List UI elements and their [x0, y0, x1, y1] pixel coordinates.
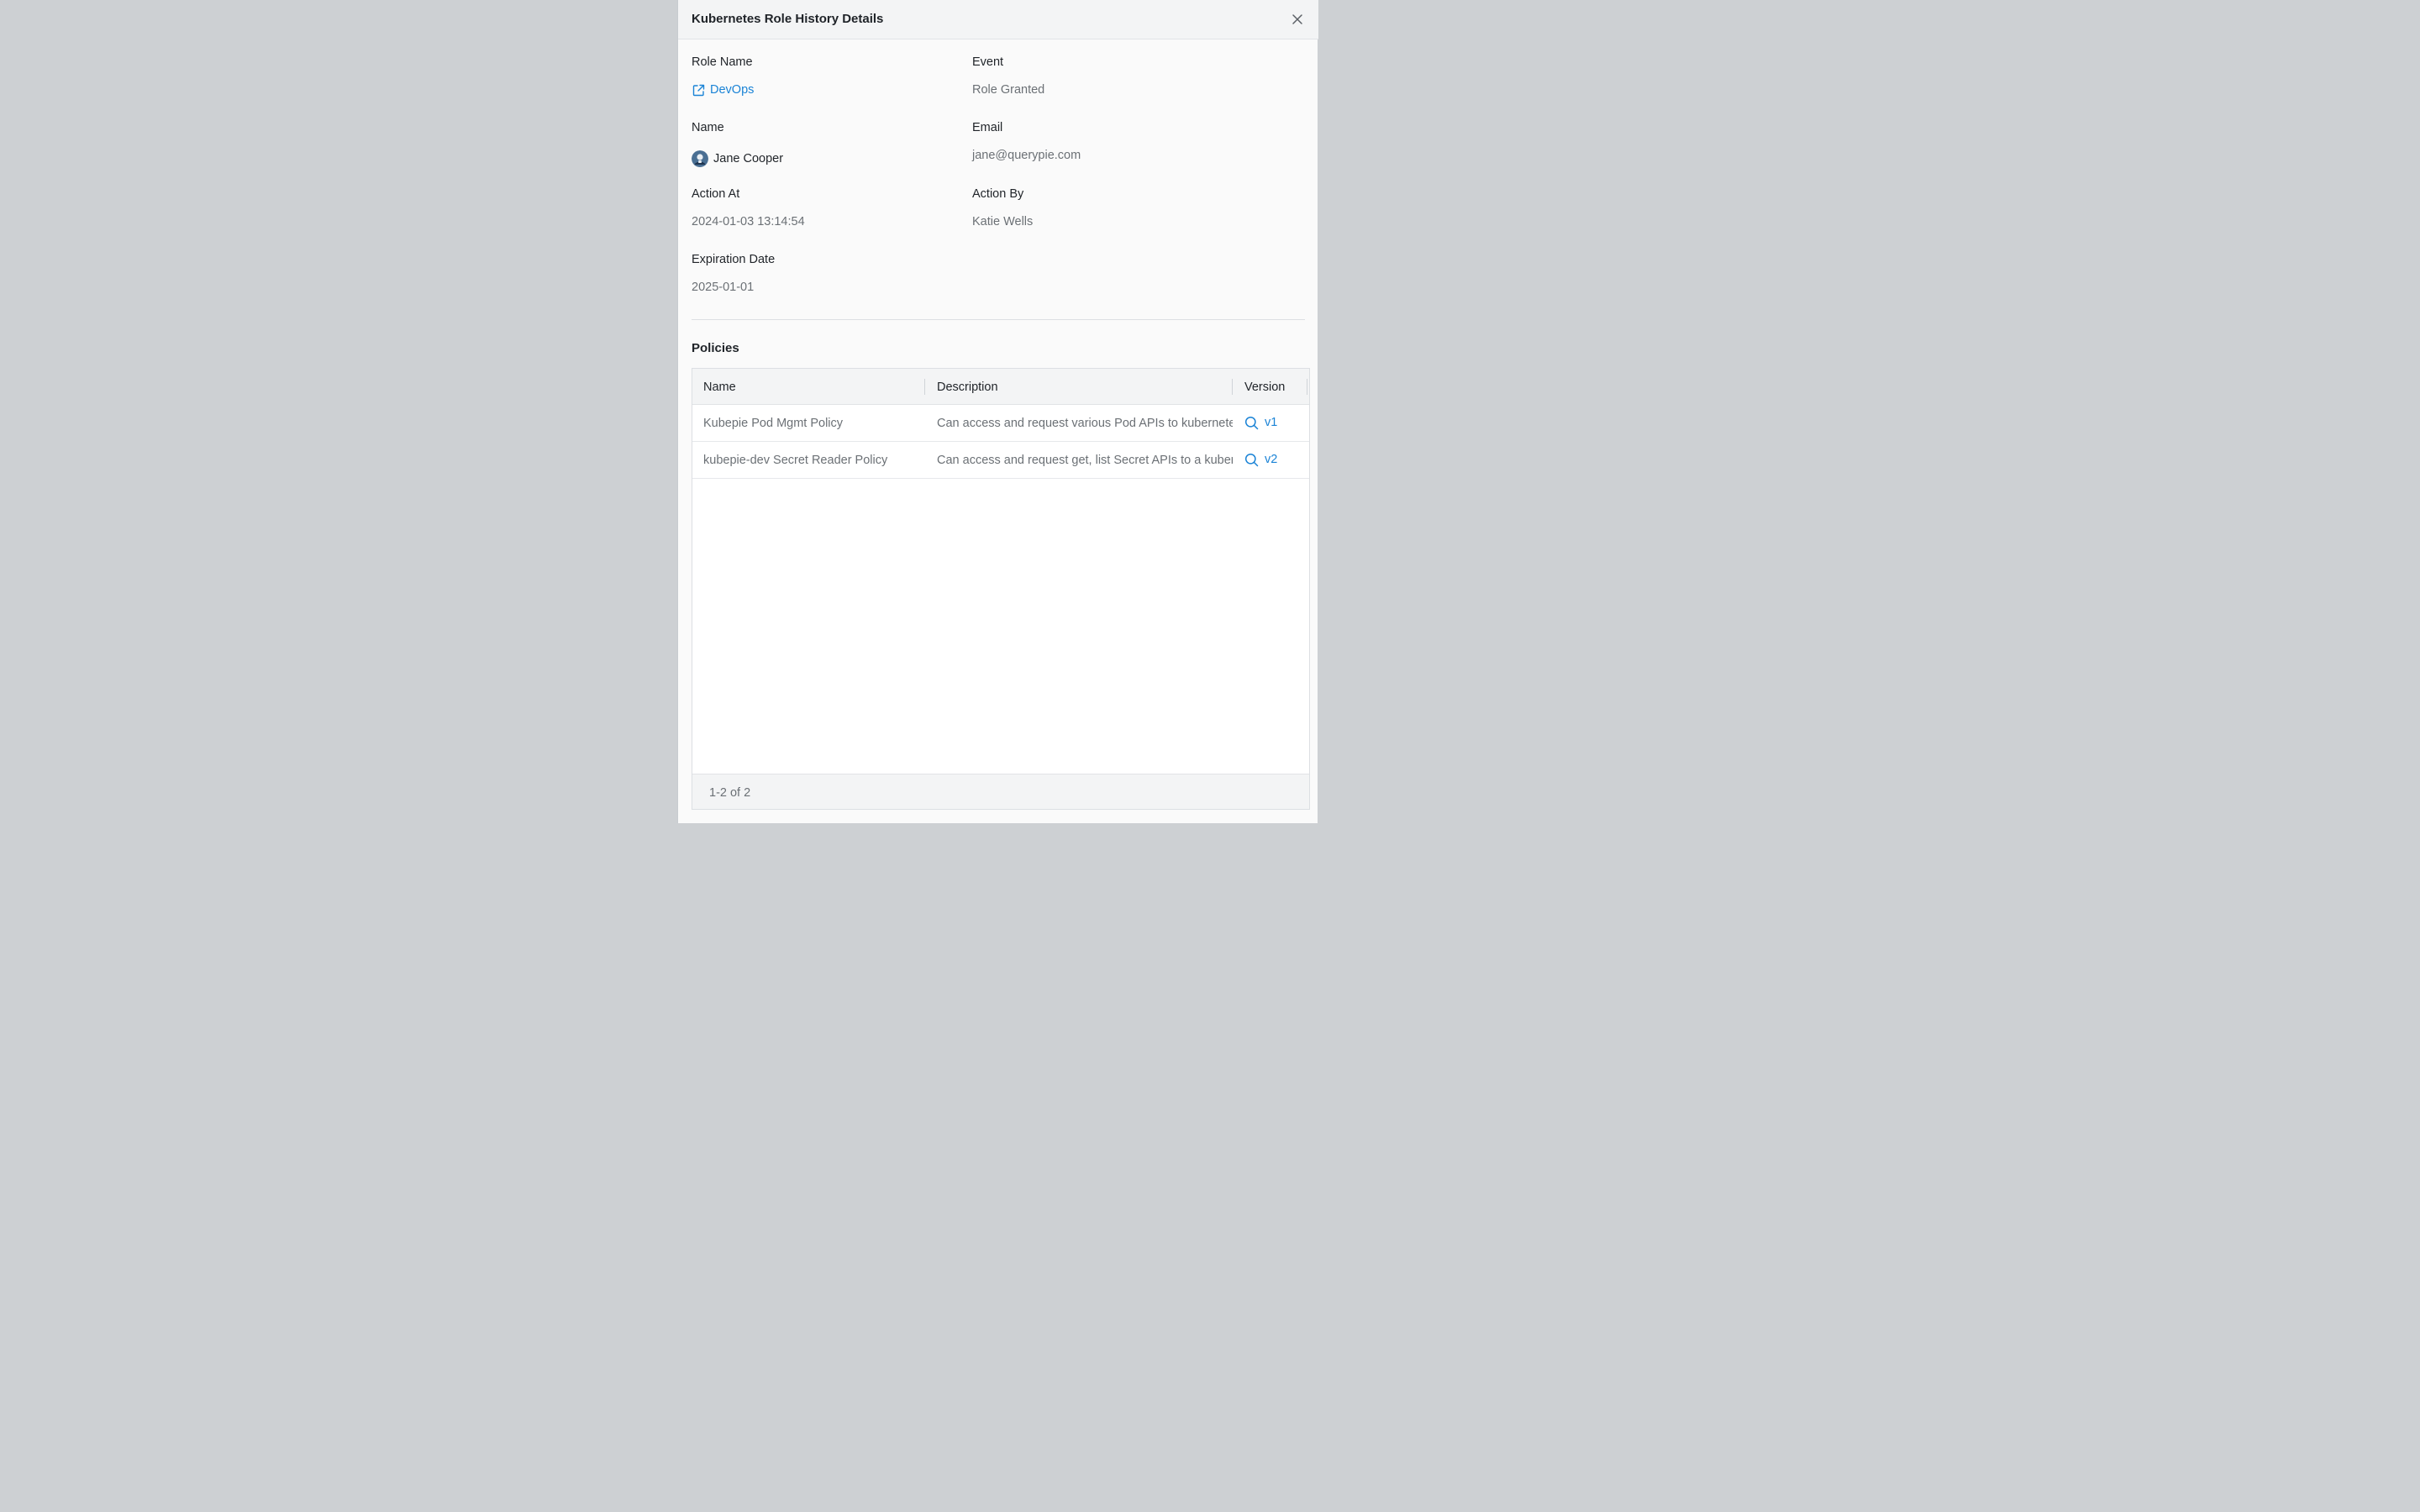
drawer-header: Kubernetes Role History Details [678, 0, 1318, 39]
table-footer: 1-2 of 2 [692, 774, 1309, 809]
avatar [692, 150, 708, 167]
table-header: Name Description Version [692, 369, 1309, 405]
section-divider [692, 319, 1305, 320]
name-value: Jane Cooper [713, 152, 784, 165]
search-icon [1244, 453, 1259, 466]
policy-description-cell: Can access and request get, list Secret … [937, 454, 1233, 467]
expiration-date-value: 2025-01-01 [692, 281, 755, 294]
role-name-label: Role Name [692, 55, 753, 69]
column-header-description[interactable]: Description [937, 379, 998, 396]
table-row[interactable]: kubepie-dev Secret Reader Policy Can acc… [692, 442, 1309, 479]
event-label: Event [972, 55, 1004, 69]
external-link-icon [692, 84, 705, 96]
event-value: Role Granted [972, 83, 1045, 97]
close-icon [1292, 14, 1302, 24]
role-name-link[interactable]: DevOps [692, 81, 754, 98]
close-button[interactable] [1290, 12, 1305, 27]
action-by-label: Action By [972, 187, 1024, 201]
action-by-value: Katie Wells [972, 215, 1034, 228]
policy-description-cell: Can access and request various Pod APIs … [937, 417, 1233, 430]
column-header-name[interactable]: Name [703, 379, 736, 396]
policy-name-cell: kubepie-dev Secret Reader Policy [703, 454, 888, 467]
policy-version-value[interactable]: v1 [1265, 414, 1277, 431]
column-resize-handle[interactable] [1232, 379, 1233, 395]
pagination-summary: 1-2 of 2 [709, 786, 751, 800]
search-icon [1244, 416, 1259, 429]
action-at-value: 2024-01-03 13:14:54 [692, 215, 805, 228]
policy-name-cell: Kubepie Pod Mgmt Policy [703, 417, 844, 430]
policy-version-link[interactable]: v2 [1244, 451, 1277, 468]
name-value-row: Jane Cooper [692, 150, 783, 167]
policy-version-value[interactable]: v2 [1265, 451, 1277, 468]
modal-backdrop[interactable] [0, 0, 677, 823]
expiration-date-label: Expiration Date [692, 253, 776, 266]
column-resize-handle[interactable] [924, 379, 925, 395]
email-label: Email [972, 121, 1003, 134]
drawer-title: Kubernetes Role History Details [692, 12, 884, 26]
role-name-value[interactable]: DevOps [710, 81, 754, 98]
policies-table: Name Description Version Kubepie Pod Mgm… [692, 368, 1310, 810]
action-at-label: Action At [692, 187, 740, 201]
email-value: jane@querypie.com [972, 149, 1081, 162]
role-history-drawer: Kubernetes Role History Details Role Nam… [677, 0, 1318, 823]
column-header-version[interactable]: Version [1244, 379, 1285, 396]
policy-version-link[interactable]: v1 [1244, 414, 1277, 431]
name-label: Name [692, 121, 724, 134]
policies-title: Policies [692, 341, 739, 355]
table-row[interactable]: Kubepie Pod Mgmt Policy Can access and r… [692, 405, 1309, 442]
